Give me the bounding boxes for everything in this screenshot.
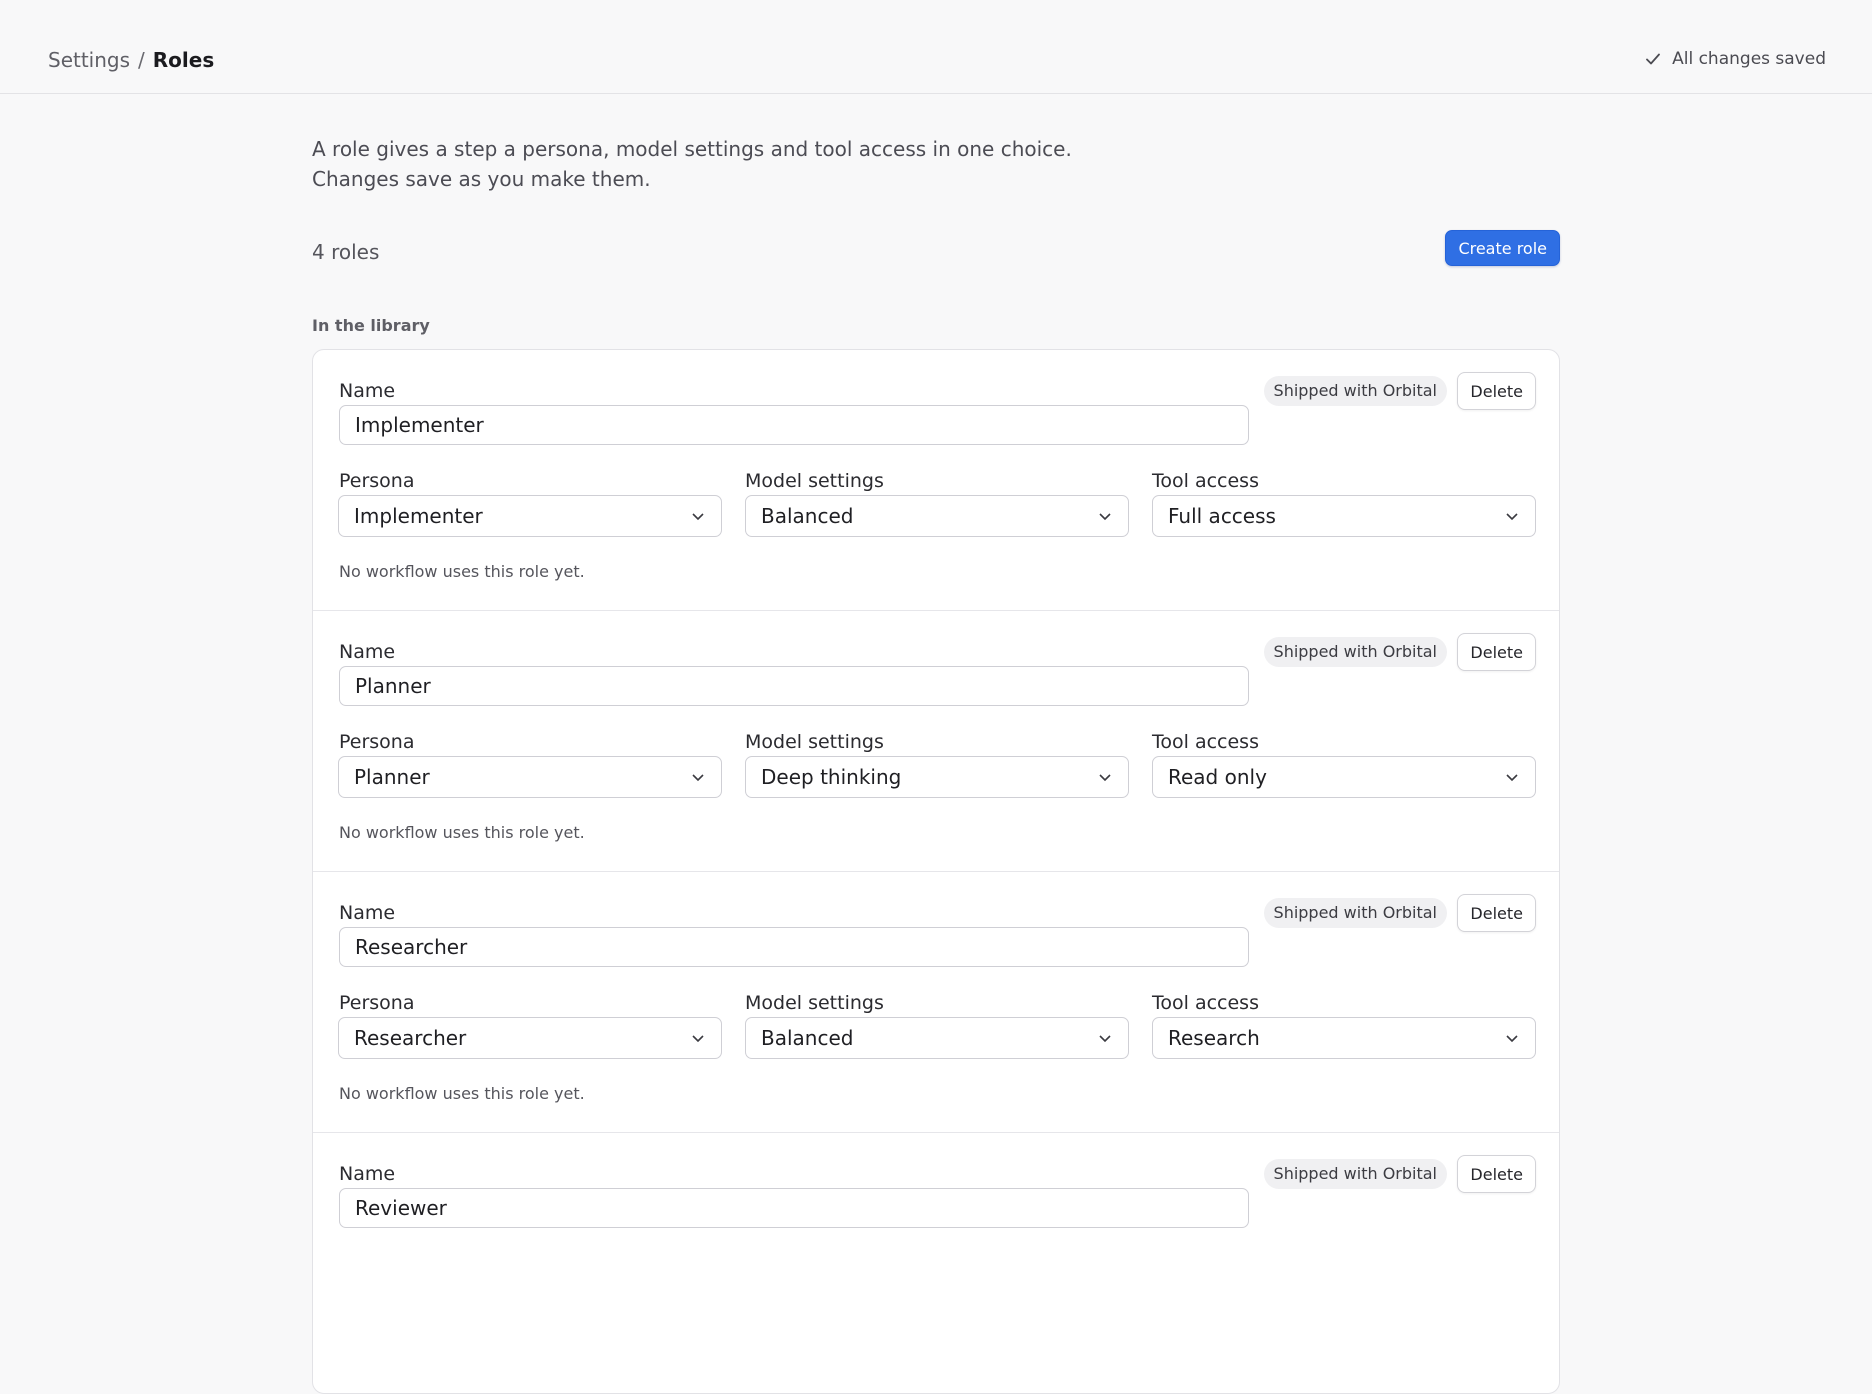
model-settings-label: Model settings — [745, 731, 884, 753]
shipped-badge: Shipped with Orbital — [1263, 376, 1447, 406]
role-name-input[interactable] — [339, 666, 1249, 706]
intro-text: A role gives a step a persona, model set… — [312, 137, 1072, 191]
chevron-down-icon — [692, 774, 704, 782]
tool-access-label: Tool access — [1152, 470, 1259, 492]
name-label: Name — [339, 1163, 396, 1185]
role-item: Name Shipped with Orbital Delete Persona… — [313, 872, 1559, 1133]
roles-count: 4 roles — [312, 240, 380, 264]
role-name-input[interactable] — [339, 1188, 1249, 1228]
chevron-down-icon — [1099, 774, 1111, 782]
role-name-input[interactable] — [339, 405, 1249, 445]
delete-role-button[interactable]: Delete — [1457, 1155, 1536, 1193]
chevron-down-icon — [1506, 513, 1518, 521]
tool-access-value: Research — [1168, 1026, 1260, 1050]
name-label: Name — [339, 641, 396, 663]
save-status: All changes saved — [1644, 48, 1826, 70]
top-bar: Settings / Roles All changes saved — [0, 0, 1872, 94]
role-item: Name Shipped with Orbital Delete Persona… — [313, 350, 1559, 611]
role-name-input[interactable] — [339, 927, 1249, 967]
chevron-down-icon — [692, 513, 704, 521]
persona-label: Persona — [339, 992, 415, 1014]
check-icon — [1646, 53, 1661, 65]
chevron-down-icon — [692, 1035, 704, 1043]
model-settings-value: Balanced — [761, 1026, 854, 1050]
tool-access-label: Tool access — [1152, 731, 1259, 753]
breadcrumb-roles: Roles — [152, 48, 215, 72]
chevron-down-icon — [1506, 774, 1518, 782]
tool-access-select[interactable]: Research — [1152, 1017, 1536, 1059]
section-label-library: In the library — [312, 316, 430, 335]
model-settings-label: Model settings — [745, 470, 884, 492]
chevron-down-icon — [1099, 1035, 1111, 1043]
tool-access-label: Tool access — [1152, 992, 1259, 1014]
chevron-down-icon — [1506, 1035, 1518, 1043]
shipped-badge: Shipped with Orbital — [1263, 637, 1447, 667]
tool-access-select[interactable]: Full access — [1152, 495, 1536, 537]
shipped-badge: Shipped with Orbital — [1263, 898, 1447, 928]
save-status-text: All changes saved — [1672, 49, 1826, 69]
delete-role-button[interactable]: Delete — [1457, 372, 1536, 410]
create-role-button[interactable]: Create role — [1445, 230, 1560, 266]
breadcrumb-separator: / — [138, 48, 145, 72]
model-settings-select[interactable]: Deep thinking — [745, 756, 1129, 798]
persona-select[interactable]: Planner — [338, 756, 722, 798]
role-item: Name Shipped with Orbital Delete — [313, 1133, 1559, 1393]
delete-role-button[interactable]: Delete — [1457, 894, 1536, 932]
persona-value: Implementer — [354, 504, 483, 528]
persona-value: Planner — [354, 765, 430, 789]
model-settings-value: Balanced — [761, 504, 854, 528]
role-usage-text: No workflow uses this role yet. — [339, 562, 585, 581]
shipped-badge: Shipped with Orbital — [1263, 1159, 1447, 1189]
persona-value: Researcher — [354, 1026, 467, 1050]
persona-label: Persona — [339, 470, 415, 492]
tool-access-value: Full access — [1168, 504, 1276, 528]
name-label: Name — [339, 380, 396, 402]
chevron-down-icon — [1099, 513, 1111, 521]
role-usage-text: No workflow uses this role yet. — [339, 1084, 585, 1103]
model-settings-select[interactable]: Balanced — [745, 1017, 1129, 1059]
tool-access-value: Read only — [1168, 765, 1267, 789]
persona-select[interactable]: Researcher — [338, 1017, 722, 1059]
persona-label: Persona — [339, 731, 415, 753]
persona-select[interactable]: Implementer — [338, 495, 722, 537]
delete-role-button[interactable]: Delete — [1457, 633, 1536, 671]
roles-page: A role gives a step a persona, model set… — [312, 94, 1560, 1394]
roles-toolbar: 4 roles Create role — [312, 226, 1560, 286]
name-label: Name — [339, 902, 396, 924]
tool-access-select[interactable]: Read only — [1152, 756, 1536, 798]
role-item: Name Shipped with Orbital Delete Persona… — [313, 611, 1559, 872]
breadcrumb: Settings / Roles — [48, 48, 214, 72]
model-settings-select[interactable]: Balanced — [745, 495, 1129, 537]
model-settings-label: Model settings — [745, 992, 884, 1014]
model-settings-value: Deep thinking — [761, 765, 902, 789]
breadcrumb-settings[interactable]: Settings — [48, 48, 130, 72]
roles-card: Name Shipped with Orbital Delete Persona… — [312, 349, 1560, 1394]
role-usage-text: No workflow uses this role yet. — [339, 823, 585, 842]
